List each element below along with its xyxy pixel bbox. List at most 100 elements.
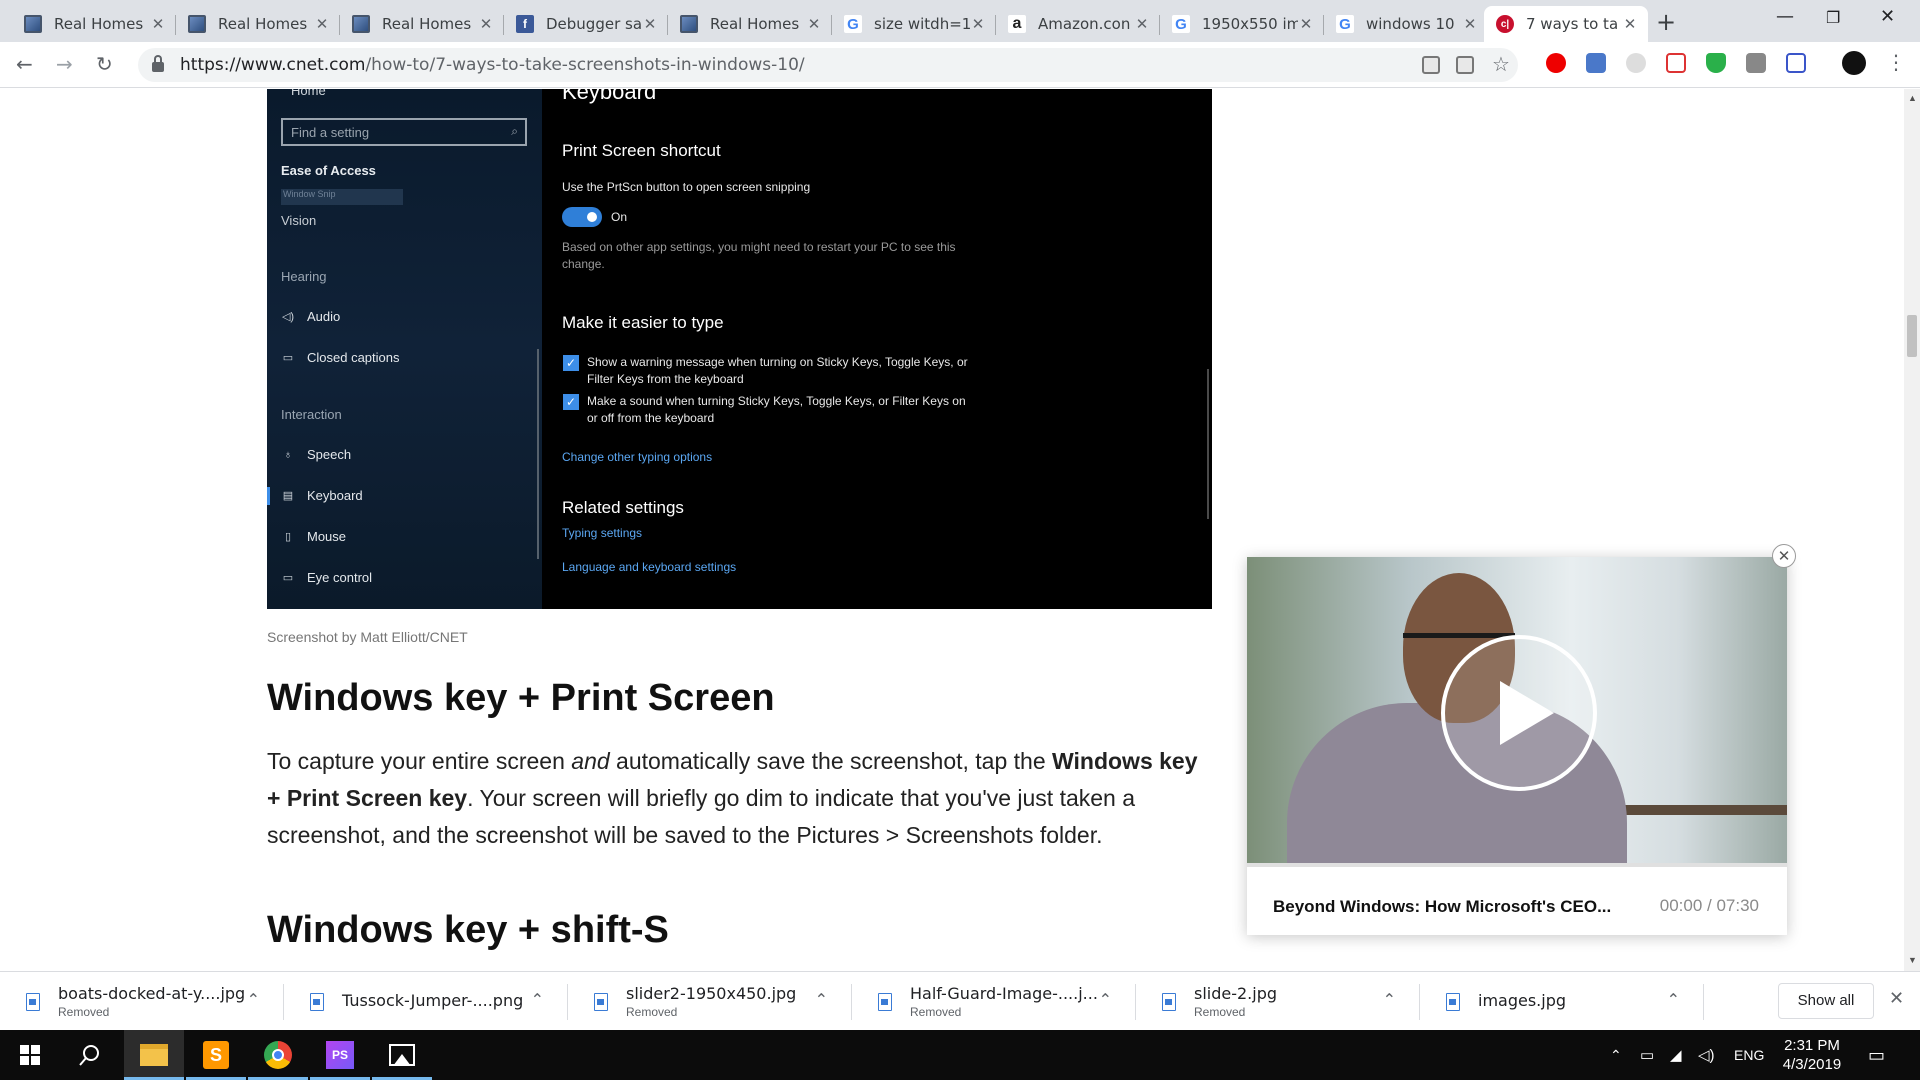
close-downloads-button[interactable]: ✕ bbox=[1889, 988, 1904, 1009]
close-tab-icon[interactable]: ✕ bbox=[806, 15, 822, 33]
reload-button[interactable]: ↻ bbox=[96, 52, 113, 76]
url-text[interactable]: https://www.cnet.com/how-to/7-ways-to-ta… bbox=[180, 55, 805, 75]
show-all-button[interactable]: Show all bbox=[1778, 983, 1874, 1019]
notifications-icon[interactable]: ▭ bbox=[1868, 1030, 1885, 1080]
pocket-icon[interactable] bbox=[1666, 53, 1686, 73]
close-tab-icon[interactable]: ✕ bbox=[478, 15, 494, 33]
forward-button[interactable]: → bbox=[56, 52, 73, 76]
battery-icon[interactable]: ▭ bbox=[1640, 1030, 1654, 1080]
search-icon: ⌕ bbox=[511, 124, 518, 138]
browser-tab[interactable]: Real Homes ✕ bbox=[668, 6, 832, 42]
floating-video-player[interactable]: Beyond Windows: How Microsoft's CEO... 0… bbox=[1247, 557, 1787, 935]
phpstorm-icon[interactable]: PS bbox=[310, 1030, 370, 1080]
browser-tab[interactable]: f Debugger sa ✕ bbox=[504, 6, 668, 42]
download-item[interactable]: slider2-1950x450.jpg Removed ⌃ bbox=[568, 972, 852, 1031]
browser-tab[interactable]: G 1950x550 im ✕ bbox=[1160, 6, 1324, 42]
browser-tab[interactable]: Real Homes ✕ bbox=[12, 6, 176, 42]
find-setting-field: Find a setting ⌕ bbox=[281, 118, 527, 146]
language-indicator[interactable]: ENG bbox=[1734, 1030, 1764, 1080]
maximize-button[interactable]: ❐ bbox=[1826, 8, 1840, 27]
settings-screenshot: Home Find a setting ⌕ Ease of Access Wind… bbox=[267, 89, 1212, 609]
video-progress-bar[interactable] bbox=[1247, 863, 1787, 867]
scrollbar-thumb[interactable] bbox=[1907, 315, 1917, 357]
close-tab-icon[interactable]: ✕ bbox=[1622, 15, 1638, 33]
type-heading: Make it easier to type bbox=[562, 313, 724, 332]
search-button[interactable] bbox=[60, 1030, 120, 1080]
photos-icon[interactable] bbox=[372, 1030, 432, 1080]
download-item[interactable]: Tussock-Jumper-....png ⌃ bbox=[284, 972, 568, 1031]
browser-tab[interactable]: G size witdh=1 ✕ bbox=[832, 6, 996, 42]
eye-control-icon: ▭ bbox=[282, 572, 294, 584]
sidebar-category-interaction: Interaction bbox=[281, 407, 342, 422]
close-tab-icon[interactable]: ✕ bbox=[314, 15, 330, 33]
scroll-up-icon: ▲ bbox=[1908, 93, 1917, 103]
chevron-up-icon[interactable]: ⌃ bbox=[1667, 990, 1680, 1009]
close-tab-icon[interactable]: ✕ bbox=[1134, 15, 1150, 33]
download-item[interactable]: Half-Guard-Image-....j... Removed ⌃ bbox=[852, 972, 1136, 1031]
tab-title: Real Homes bbox=[54, 15, 144, 33]
play-icon[interactable] bbox=[1441, 635, 1597, 791]
page-scrollbar[interactable]: ▲ ▼ bbox=[1904, 89, 1920, 971]
typing-settings-link: Typing settings bbox=[562, 526, 643, 540]
close-tab-icon[interactable]: ✕ bbox=[642, 15, 658, 33]
speaker-icon: ◁) bbox=[281, 311, 295, 323]
chevron-up-icon[interactable]: ⌃ bbox=[531, 990, 544, 1009]
browser-tab[interactable]: G windows 10 ✕ bbox=[1324, 6, 1488, 42]
close-tab-icon[interactable]: ✕ bbox=[150, 15, 166, 33]
profile-avatar[interactable] bbox=[1842, 51, 1866, 75]
browser-tab[interactable]: Real Homes ✕ bbox=[340, 6, 504, 42]
bookmark-star-icon[interactable]: ☆ bbox=[1492, 52, 1510, 76]
chevron-up-icon[interactable]: ⌃ bbox=[247, 990, 260, 1009]
eyedropper-icon[interactable] bbox=[1746, 53, 1766, 73]
real-homes-icon bbox=[352, 15, 370, 33]
close-tab-icon[interactable]: ✕ bbox=[1298, 15, 1314, 33]
translate-icon[interactable] bbox=[1456, 56, 1474, 74]
address-bar[interactable]: https://www.cnet.com/how-to/7-ways-to-ta… bbox=[138, 48, 1518, 82]
real-homes-icon bbox=[188, 15, 206, 33]
chevron-up-icon[interactable]: ⌃ bbox=[1099, 990, 1112, 1009]
download-item[interactable]: slide-2.jpg Removed ⌃ bbox=[1136, 972, 1420, 1031]
video-thumbnail[interactable] bbox=[1247, 557, 1787, 863]
extension-icon[interactable] bbox=[1626, 53, 1646, 73]
checkbox-checked-icon: ✓ bbox=[563, 355, 579, 371]
menu-icon[interactable]: ⋮ bbox=[1886, 50, 1906, 74]
chrome-icon[interactable] bbox=[248, 1030, 308, 1080]
sidebar-item-vision: Vision bbox=[281, 213, 317, 228]
new-tab-button[interactable]: + bbox=[1656, 8, 1676, 36]
download-item[interactable]: images.jpg ⌃ bbox=[1420, 972, 1704, 1031]
show-hidden-icons[interactable]: ⌃ bbox=[1610, 1030, 1622, 1080]
google-translate-icon[interactable] bbox=[1586, 53, 1606, 73]
tab-title: size witdh=1 bbox=[874, 15, 970, 33]
adblock-icon[interactable] bbox=[1546, 53, 1566, 73]
shield-icon[interactable] bbox=[1706, 53, 1726, 73]
blocked-content-icon[interactable] bbox=[1422, 56, 1440, 74]
checkbox-label: Show a warning message when turning on S… bbox=[587, 355, 968, 386]
close-tab-icon[interactable]: ✕ bbox=[1462, 15, 1478, 33]
close-video-button[interactable]: ✕ bbox=[1772, 544, 1796, 568]
video-title[interactable]: Beyond Windows: How Microsoft's CEO... bbox=[1273, 897, 1611, 917]
chevron-up-icon[interactable]: ⌃ bbox=[1383, 990, 1396, 1009]
system-clock[interactable]: 2:31 PM 4/3/2019 bbox=[1770, 1036, 1854, 1074]
chevron-up-icon[interactable]: ⌃ bbox=[815, 990, 828, 1009]
print-screen-heading: Print Screen shortcut bbox=[562, 141, 721, 160]
download-item[interactable]: boats-docked-at-y....jpg Removed ⌃ bbox=[0, 972, 284, 1031]
close-tab-icon[interactable]: ✕ bbox=[970, 15, 986, 33]
close-window-button[interactable]: ✕ bbox=[1880, 6, 1895, 27]
crop-icon[interactable] bbox=[1786, 53, 1806, 73]
start-button[interactable] bbox=[0, 1030, 60, 1080]
tab-title: 7 ways to ta bbox=[1526, 15, 1619, 33]
back-button[interactable]: ← bbox=[16, 52, 33, 76]
real-homes-icon bbox=[680, 15, 698, 33]
tab-title: 1950x550 im bbox=[1202, 15, 1298, 33]
browser-tab[interactable]: a Amazon.con ✕ bbox=[996, 6, 1160, 42]
video-time: 00:00 / 07:30 bbox=[1659, 896, 1759, 915]
language-settings-link: Language and keyboard settings bbox=[562, 560, 737, 574]
sublime-text-icon[interactable]: S bbox=[186, 1030, 246, 1080]
volume-icon[interactable]: ◁) bbox=[1698, 1030, 1715, 1080]
wifi-icon[interactable]: ◢ bbox=[1670, 1030, 1682, 1080]
browser-tab-active[interactable]: c| 7 ways to ta ✕ bbox=[1484, 6, 1648, 42]
file-explorer-icon[interactable] bbox=[124, 1030, 184, 1080]
minimize-button[interactable]: — bbox=[1776, 6, 1794, 27]
print-screen-toggle bbox=[562, 207, 602, 227]
browser-tab[interactable]: Real Homes ✕ bbox=[176, 6, 340, 42]
